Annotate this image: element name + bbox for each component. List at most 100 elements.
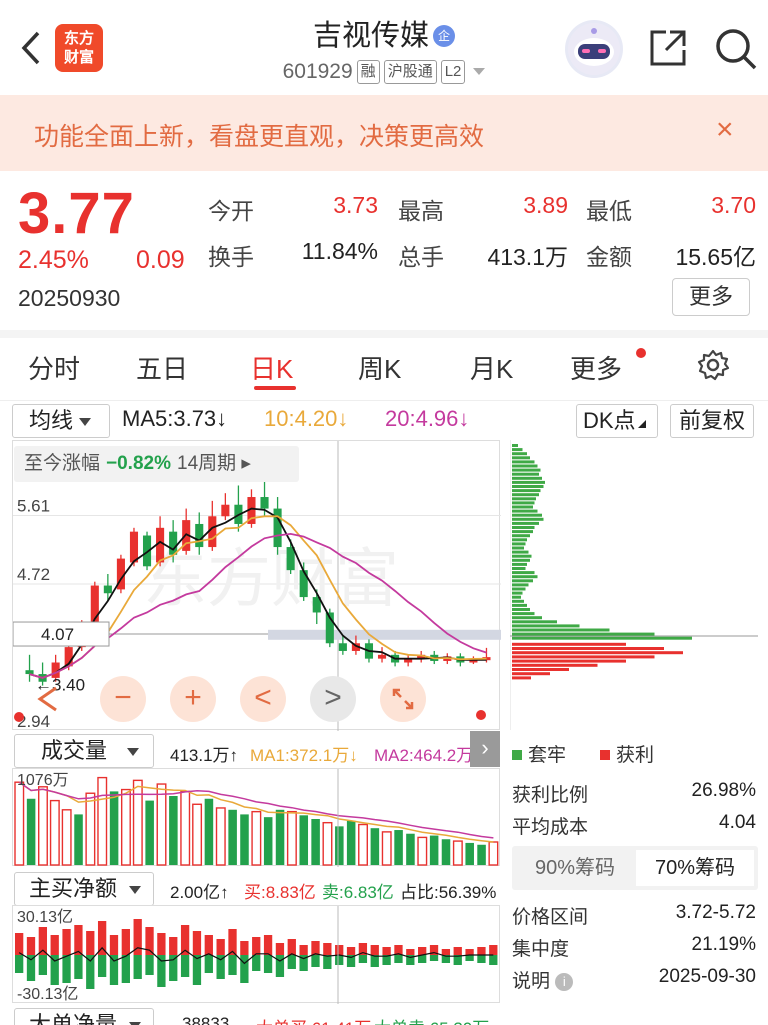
period-change-bar[interactable]: 至今涨幅 −0.82% 14周期 ▸ — [14, 446, 299, 482]
netbuy-chart[interactable]: 30.13亿 -30.13亿 — [12, 905, 500, 1004]
chip-bar-profit — [512, 642, 626, 646]
tag-level2: L2 — [440, 60, 466, 84]
netbuy-bar-positive — [275, 943, 285, 955]
netbuy-bar-negative — [180, 955, 190, 977]
volume-bar — [26, 798, 36, 865]
tag-connect: 沪股通 — [383, 60, 437, 84]
netbuy-bar-positive — [15, 933, 24, 955]
collapse-arrow-icon[interactable] — [30, 676, 70, 722]
netbuy-bar-negative — [228, 955, 237, 975]
expand-right-icon[interactable]: › — [470, 731, 500, 767]
bigorder-sell: 大单卖:65.30万 — [374, 1014, 489, 1025]
y-tick-label: 5.61 — [17, 497, 50, 516]
announcement-banner[interactable]: 功能全面上新，看盘更直观，决策更高效 × — [0, 95, 768, 171]
ma5-label: MA5:3.73↓ — [122, 406, 228, 431]
volume-ma1-value: MA1:372.1万 — [250, 746, 350, 765]
volume-bar — [180, 790, 191, 866]
volume-bar — [429, 835, 439, 865]
ma5-value: MA5:3.73 — [122, 406, 217, 431]
period-length: 14周期 — [177, 453, 237, 474]
info-icon: i — [555, 973, 574, 991]
tab-chip-90[interactable]: 90%筹码 — [516, 850, 634, 886]
netbuy-bar-positive — [346, 947, 356, 955]
tab-five-day[interactable]: 五日 — [136, 349, 188, 386]
netbuy-bar-negative — [263, 955, 273, 973]
tab-monthly-k[interactable]: 月K — [470, 349, 513, 386]
netbuy-bar-positive — [370, 945, 379, 955]
scroll-left-button[interactable]: < — [240, 676, 286, 722]
volume-bar — [452, 840, 463, 866]
chip-bar-trapped — [512, 501, 535, 505]
tab-daily-k[interactable]: 日K — [250, 349, 293, 386]
chip-bar-trapped — [512, 444, 518, 447]
chip-bar-trapped — [512, 493, 539, 497]
fullscreen-button[interactable] — [380, 676, 426, 722]
stock-name: 吉视传媒 — [312, 18, 429, 52]
netbuy-bar-negative — [394, 955, 403, 963]
chip-bar-trapped — [512, 632, 655, 636]
chip-bar-profit — [512, 663, 598, 667]
search-icon[interactable] — [713, 26, 759, 72]
period-label: 至今涨幅 — [24, 453, 101, 474]
chip-bar-trapped — [512, 509, 538, 513]
netbuy-bar-negative — [38, 955, 48, 975]
zoom-out-button[interactable]: − — [100, 676, 146, 722]
chip-bar-trapped — [512, 550, 529, 554]
netbuy-bar-negative — [311, 955, 320, 967]
netbuy-bar-negative — [429, 955, 439, 961]
tab-weekly-k[interactable]: 周K — [358, 349, 401, 386]
adjust-button[interactable]: 前复权 — [670, 404, 754, 438]
chip-bar-trapped — [512, 603, 527, 607]
netbuy-bar-negative — [204, 955, 213, 973]
chip-bar-trapped — [512, 448, 523, 452]
gear-icon[interactable] — [696, 348, 730, 382]
chip-range-tabs: 90%筹码 70%筹码 — [512, 846, 758, 890]
concentration-label: 集中度 — [512, 939, 570, 960]
netbuy-sell: 卖:6.83亿 — [322, 883, 394, 902]
assistant-avatar-icon[interactable] — [565, 20, 623, 78]
dk-point-button[interactable]: DK点 — [576, 404, 658, 438]
change-percent: 2.45% — [18, 246, 89, 274]
ma10-label: 10:4.20↓ — [264, 406, 349, 431]
scroll-right-button[interactable]: > — [310, 676, 356, 722]
share-icon[interactable] — [648, 28, 688, 68]
tab-intraday[interactable]: 分时 — [28, 349, 80, 386]
indicator-select[interactable]: 均线 — [12, 404, 110, 438]
chip-bar-trapped — [512, 546, 524, 550]
turnover-label: 换手 — [208, 244, 254, 270]
chip-distribution[interactable] — [509, 440, 758, 730]
netbuy-bar-positive — [477, 947, 486, 955]
bigorder-select[interactable]: 大单净量 — [14, 1008, 154, 1025]
tab-more[interactable]: 更多 — [570, 349, 622, 386]
volume-bar — [275, 809, 285, 865]
chip-bar-trapped — [512, 558, 530, 562]
volume-bar — [61, 809, 72, 866]
note-label[interactable]: 说明 i — [512, 966, 574, 993]
netbuy-bar-negative — [121, 955, 130, 983]
zoom-in-button[interactable]: + — [170, 676, 216, 722]
candle-body — [221, 504, 230, 517]
chip-bar-trapped — [512, 562, 527, 566]
chip-bar-trapped — [512, 521, 539, 525]
volume-chart[interactable]: 1076万 — [12, 768, 500, 867]
expand-icon — [392, 688, 414, 710]
netbuy-y-label: 30.13亿 — [17, 908, 73, 926]
chip-bar-profit — [512, 655, 655, 659]
chip-bar-trapped — [512, 480, 545, 484]
chip-bar-trapped — [512, 571, 535, 575]
close-icon[interactable]: × — [716, 113, 734, 147]
netbuy-select[interactable]: 主买净额 — [14, 872, 154, 906]
price-range-label: 价格区间 — [512, 907, 589, 928]
volume-select[interactable]: 成交量 — [14, 734, 154, 768]
candle-body — [169, 531, 178, 555]
netbuy-bar-positive — [418, 947, 427, 955]
netbuy-bar-positive — [299, 945, 308, 955]
tab-chip-70[interactable]: 70%筹码 — [636, 850, 754, 886]
volume-bar — [381, 831, 392, 866]
chip-bar-trapped — [512, 579, 533, 583]
more-button[interactable]: 更多 — [672, 278, 750, 316]
netbuy-total: 2.00亿↑ — [170, 883, 229, 902]
chip-bar-trapped — [512, 489, 541, 493]
volume-bar — [204, 798, 214, 865]
chip-bar-trapped — [512, 468, 541, 472]
